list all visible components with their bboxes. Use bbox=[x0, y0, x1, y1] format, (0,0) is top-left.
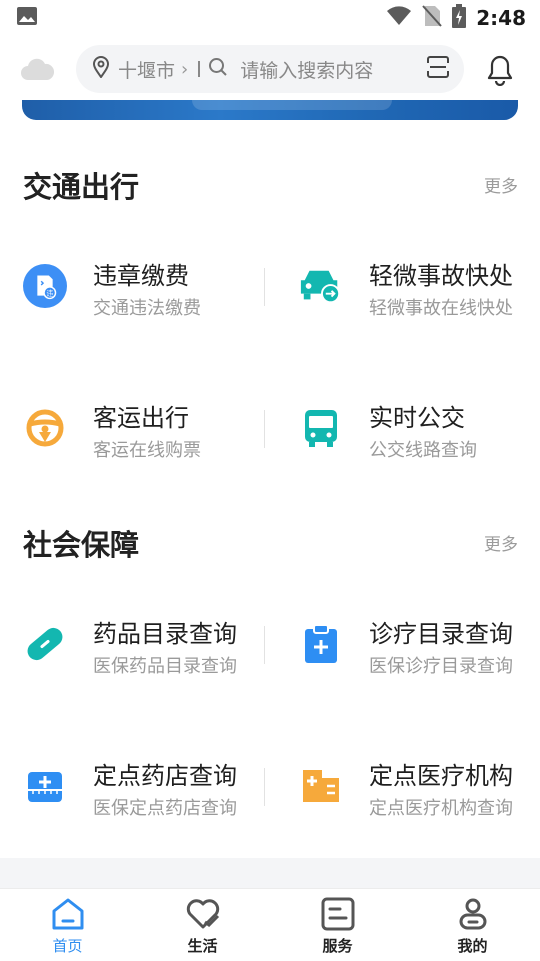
service-item-designated-pharmacy[interactable]: 定点药店查询 医保定点药店查询 bbox=[23, 756, 283, 822]
service-title: 定点医疗机构 bbox=[369, 762, 513, 790]
service-title: 客运出行 bbox=[93, 404, 189, 432]
bell-icon[interactable] bbox=[484, 52, 516, 90]
column-divider bbox=[264, 626, 265, 664]
tab-label: 首页 bbox=[52, 937, 83, 955]
home-icon bbox=[50, 897, 86, 935]
medical-kit-icon bbox=[23, 764, 67, 808]
service-item-violation-payment[interactable]: 违 违章缴费 交通违法缴费 bbox=[23, 256, 283, 322]
scan-icon[interactable] bbox=[426, 55, 450, 83]
violation-payment-icon: 违 bbox=[23, 264, 67, 308]
service-subtitle: 公交线路查询 bbox=[369, 440, 477, 461]
chevron-right-icon: › bbox=[181, 58, 189, 80]
search-input[interactable]: 请输入搜索内容 bbox=[240, 56, 426, 83]
service-subtitle: 客运在线购票 bbox=[93, 440, 201, 461]
service-title: 实时公交 bbox=[369, 404, 465, 432]
status-time: 2:48 bbox=[476, 6, 526, 30]
cloud-icon[interactable] bbox=[20, 56, 55, 86]
service-item-realtime-bus[interactable]: 实时公交 公交线路查询 bbox=[299, 398, 540, 464]
column-divider bbox=[264, 410, 265, 448]
section-title: 社会保障 bbox=[23, 528, 140, 562]
service-doc-icon bbox=[320, 897, 356, 935]
tab-label: 生活 bbox=[187, 937, 218, 955]
service-subtitle: 交通违法缴费 bbox=[93, 298, 201, 319]
top-header: 十堰市 › 请输入搜索内容 bbox=[0, 42, 540, 98]
section-spacer bbox=[0, 858, 540, 888]
steering-wheel-icon bbox=[23, 406, 67, 450]
search-bar[interactable]: 十堰市 › 请输入搜索内容 bbox=[76, 45, 464, 93]
service-subtitle: 医保诊疗目录查询 bbox=[369, 656, 513, 677]
battery-charging-icon bbox=[452, 4, 467, 32]
section-header-traffic: 交通出行 更多 bbox=[0, 164, 540, 204]
status-icons: 2:48 bbox=[386, 4, 526, 32]
search-icon bbox=[208, 57, 228, 82]
location-pin-icon bbox=[92, 55, 110, 83]
status-bar: 2:48 bbox=[0, 0, 540, 36]
service-item-passenger-transport[interactable]: 客运出行 客运在线购票 bbox=[23, 398, 283, 464]
more-link[interactable]: 更多 bbox=[484, 530, 518, 555]
column-divider bbox=[264, 268, 265, 306]
tab-life[interactable]: 生活 bbox=[135, 889, 270, 961]
column-divider bbox=[264, 768, 265, 806]
svg-text:违: 违 bbox=[46, 290, 53, 298]
no-sim-icon bbox=[422, 5, 442, 31]
service-title: 药品目录查询 bbox=[93, 620, 237, 648]
service-title: 定点药店查询 bbox=[93, 762, 237, 790]
more-link[interactable]: 更多 bbox=[484, 172, 518, 197]
section-title: 交通出行 bbox=[23, 170, 140, 204]
banner-image[interactable] bbox=[22, 100, 518, 120]
service-subtitle: 医保定点药店查询 bbox=[93, 798, 237, 819]
service-subtitle: 医保药品目录查询 bbox=[93, 656, 237, 677]
profile-icon bbox=[455, 897, 491, 935]
section-header-social-security: 社会保障 更多 bbox=[0, 522, 540, 562]
tab-home[interactable]: 首页 bbox=[0, 889, 135, 961]
image-notification-icon bbox=[16, 5, 38, 31]
search-divider bbox=[198, 61, 201, 77]
service-title: 诊疗目录查询 bbox=[369, 620, 513, 648]
car-accident-icon bbox=[299, 264, 343, 308]
tab-mine[interactable]: 我的 bbox=[405, 889, 540, 961]
service-title: 轻微事故快处 bbox=[369, 262, 513, 290]
pill-icon bbox=[23, 622, 67, 666]
bottom-tab-bar: 首页 生活 服务 我的 bbox=[0, 888, 540, 960]
service-item-drug-catalog[interactable]: 药品目录查询 医保药品目录查询 bbox=[23, 614, 283, 680]
wifi-icon bbox=[386, 6, 412, 30]
service-subtitle: 定点医疗机构查询 bbox=[369, 798, 513, 819]
service-title: 违章缴费 bbox=[93, 262, 189, 290]
service-item-minor-accident[interactable]: 轻微事故快处 轻微事故在线快处 bbox=[299, 256, 540, 322]
hospital-building-icon bbox=[299, 764, 343, 808]
bus-icon bbox=[299, 406, 343, 450]
service-item-designated-medical-institution[interactable]: 定点医疗机构 定点医疗机构查询 bbox=[299, 756, 540, 822]
service-subtitle: 轻微事故在线快处 bbox=[369, 298, 513, 319]
tab-label: 我的 bbox=[457, 937, 488, 955]
tab-label: 服务 bbox=[322, 937, 353, 955]
service-item-treatment-catalog[interactable]: 诊疗目录查询 医保诊疗目录查询 bbox=[299, 614, 540, 680]
clipboard-medical-icon bbox=[299, 622, 343, 666]
tab-service[interactable]: 服务 bbox=[270, 889, 405, 961]
heart-check-icon bbox=[185, 897, 221, 935]
city-selector[interactable]: 十堰市 bbox=[118, 56, 175, 83]
